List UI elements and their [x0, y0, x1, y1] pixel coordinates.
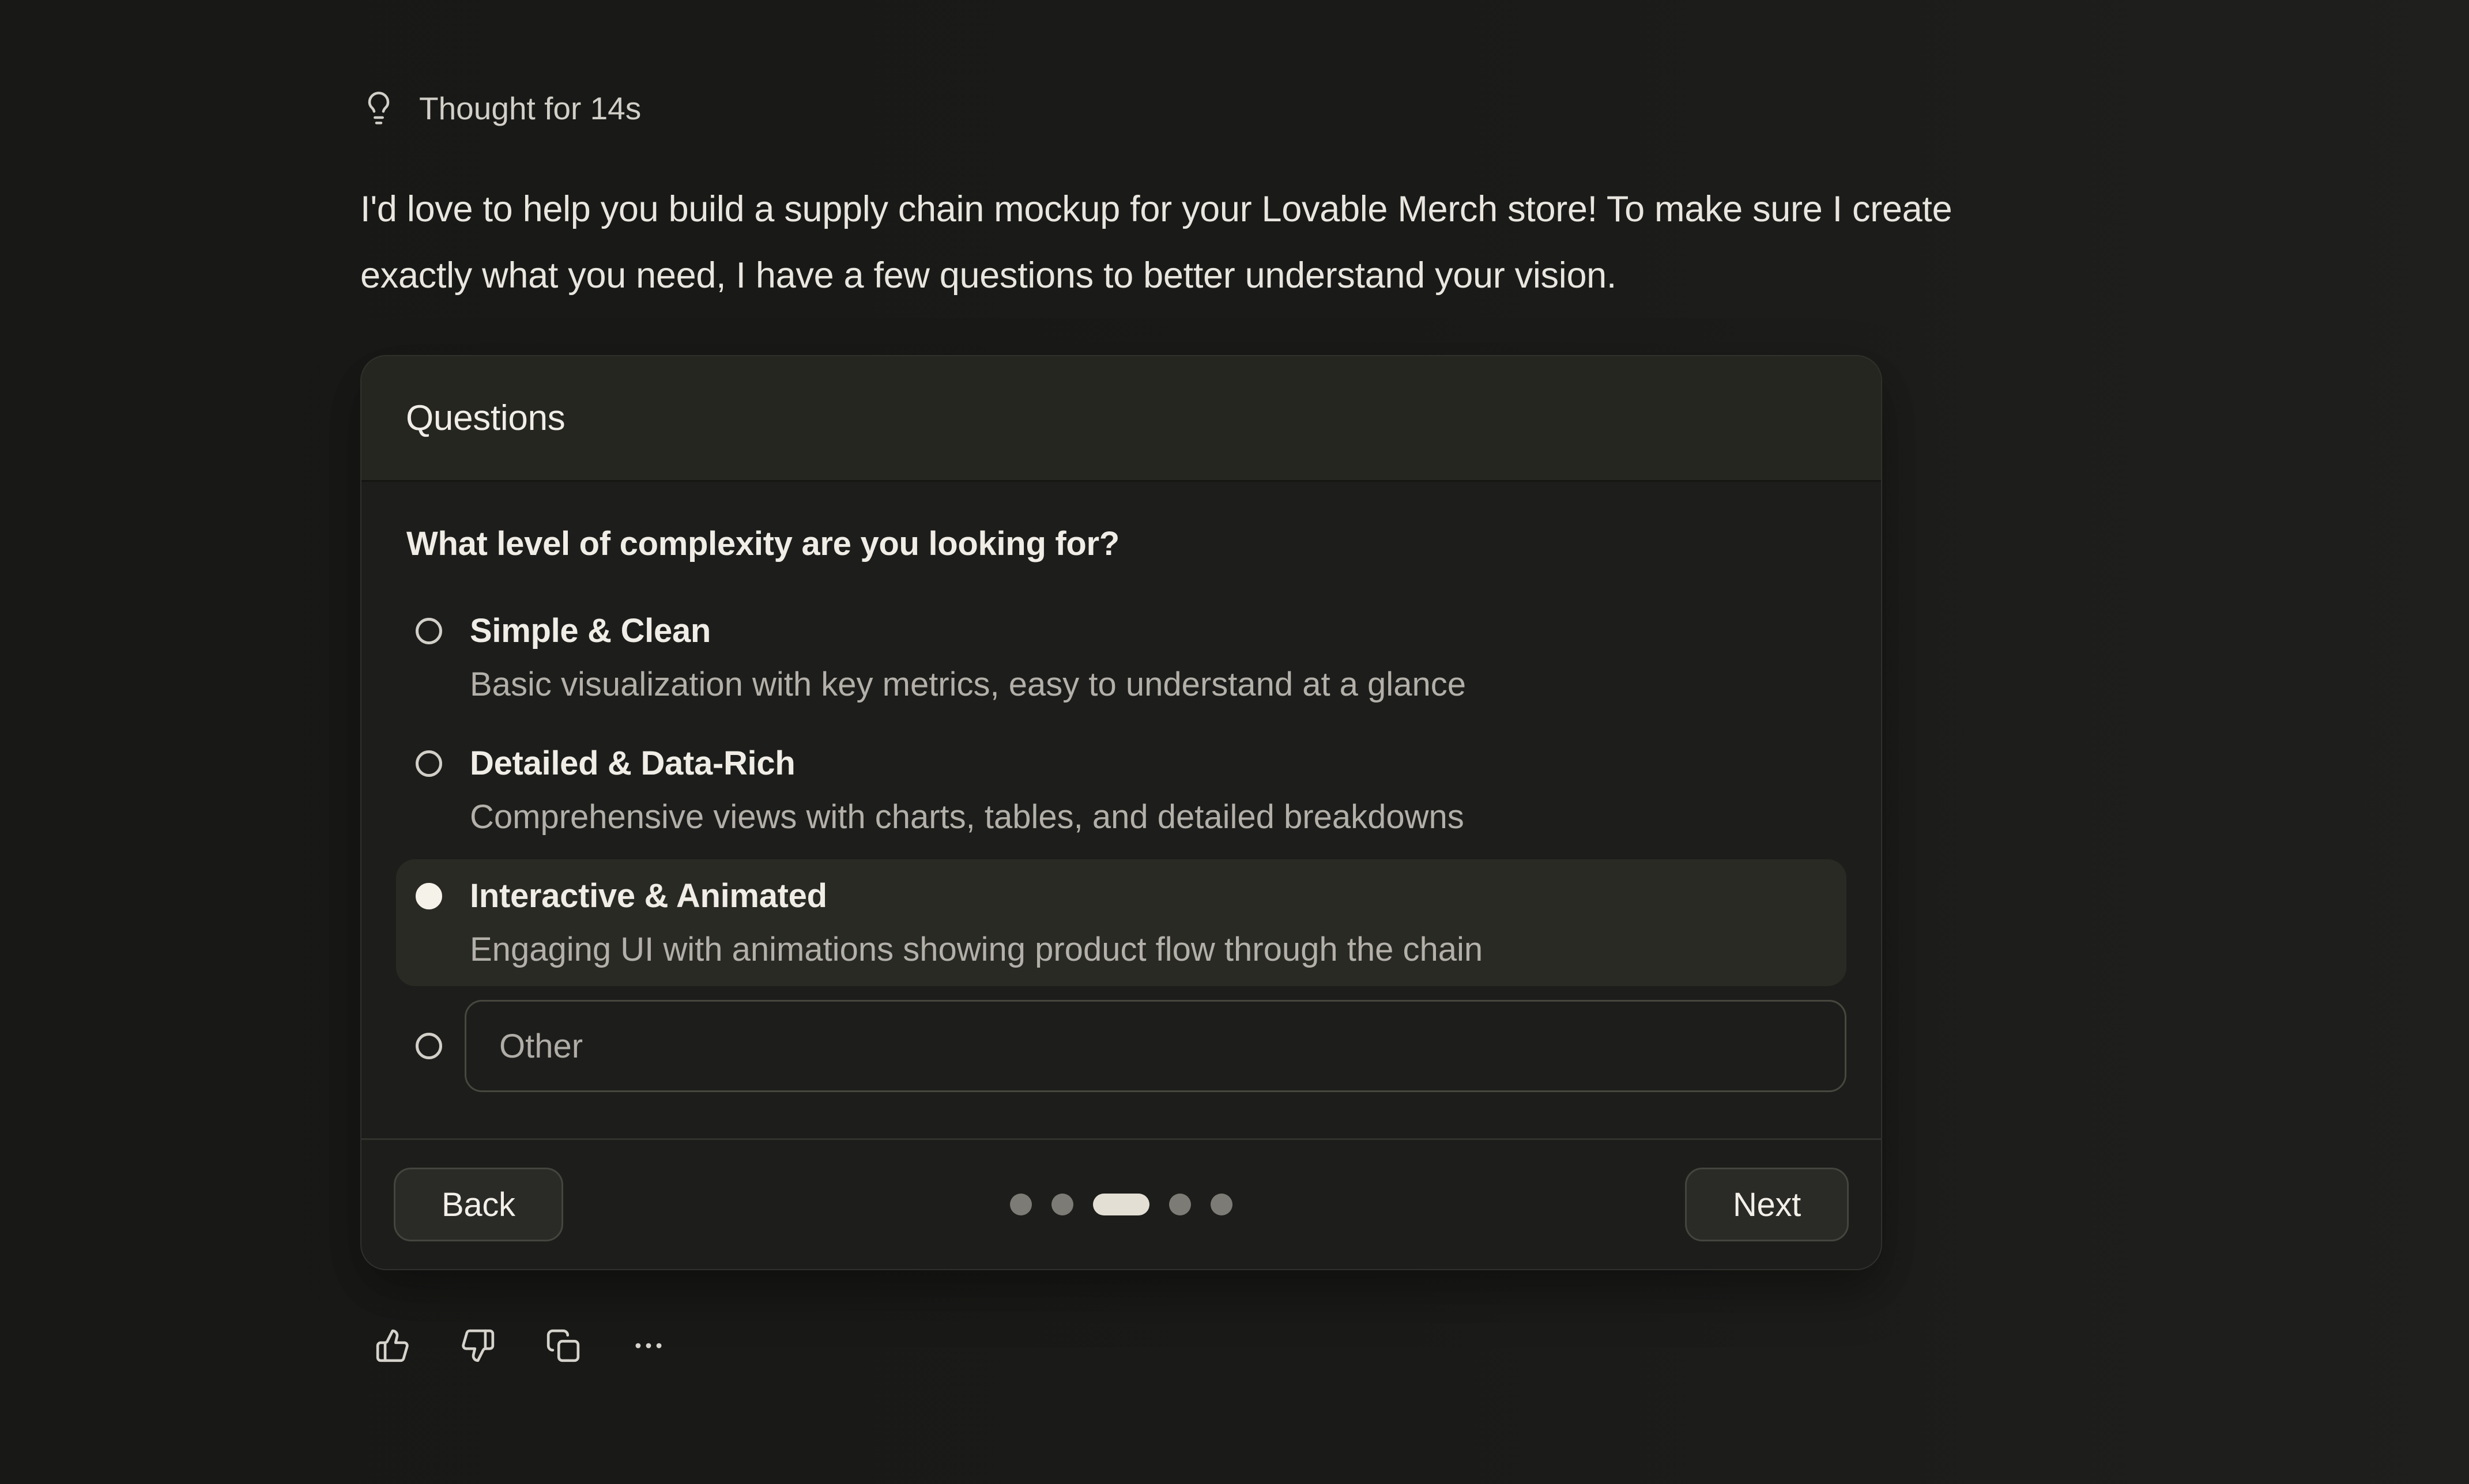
option-label: Detailed & Data-Rich: [470, 745, 1464, 781]
options-list: Simple & Clean Basic visualization with …: [396, 594, 1846, 1092]
ellipsis-icon: [631, 1328, 666, 1364]
questions-card: Questions What level of complexity are y…: [360, 355, 1882, 1270]
radio-selected-icon[interactable]: [416, 883, 442, 909]
progress-dot: [1010, 1194, 1032, 1215]
radio-icon[interactable]: [416, 750, 442, 777]
option-label: Interactive & Animated: [470, 878, 1483, 914]
option-simple-clean[interactable]: Simple & Clean Basic visualization with …: [396, 594, 1846, 721]
copy-icon: [545, 1328, 581, 1364]
radio-icon[interactable]: [416, 1033, 442, 1059]
message-line: exactly what you need, I have a few ques…: [360, 243, 2240, 309]
option-description: Engaging UI with animations showing prod…: [470, 931, 1483, 968]
chat-page: { "thought": { "icon": "lightbulb-icon",…: [0, 0, 2469, 1484]
progress-dot: [1211, 1194, 1232, 1215]
option-label: Simple & Clean: [470, 613, 1466, 649]
radio-icon[interactable]: [416, 618, 442, 644]
question-text: What level of complexity are you looking…: [406, 524, 1836, 563]
lightbulb-icon: [360, 90, 397, 127]
other-option-input[interactable]: [465, 1000, 1846, 1092]
progress-dot: [1051, 1194, 1073, 1215]
option-interactive-animated[interactable]: Interactive & Animated Engaging UI with …: [396, 859, 1846, 986]
questions-card-header: Questions: [361, 356, 1881, 482]
progress-dots: [1010, 1194, 1232, 1215]
message-line: I'd love to help you build a supply chai…: [360, 176, 2240, 243]
thumbs-down-button[interactable]: [460, 1328, 496, 1364]
assistant-message-text: I'd love to help you build a supply chai…: [360, 176, 2240, 309]
thumbs-up-button[interactable]: [375, 1328, 410, 1364]
thumbs-down-icon: [460, 1328, 496, 1364]
next-button[interactable]: Next: [1685, 1168, 1849, 1241]
card-title: Questions: [406, 398, 565, 439]
thought-toggle[interactable]: Thought for 14s: [360, 86, 2240, 130]
assistant-message-block: Thought for 14s I'd love to help you bui…: [360, 86, 2240, 1364]
copy-button[interactable]: [545, 1328, 581, 1364]
option-other[interactable]: [396, 1000, 1846, 1092]
option-description: Basic visualization with key metrics, ea…: [470, 666, 1466, 703]
more-options-button[interactable]: [631, 1328, 666, 1364]
questions-card-footer: Back Next: [361, 1138, 1881, 1269]
thought-label: Thought for 14s: [419, 86, 641, 130]
thumbs-up-icon: [375, 1328, 410, 1364]
progress-dot-active: [1093, 1194, 1149, 1215]
questions-card-body: What level of complexity are you looking…: [361, 482, 1881, 1138]
progress-dot: [1169, 1194, 1191, 1215]
message-actions: [375, 1328, 2240, 1364]
option-description: Comprehensive views with charts, tables,…: [470, 799, 1464, 835]
option-detailed-data-rich[interactable]: Detailed & Data-Rich Comprehensive views…: [396, 727, 1846, 854]
back-button[interactable]: Back: [394, 1168, 563, 1241]
